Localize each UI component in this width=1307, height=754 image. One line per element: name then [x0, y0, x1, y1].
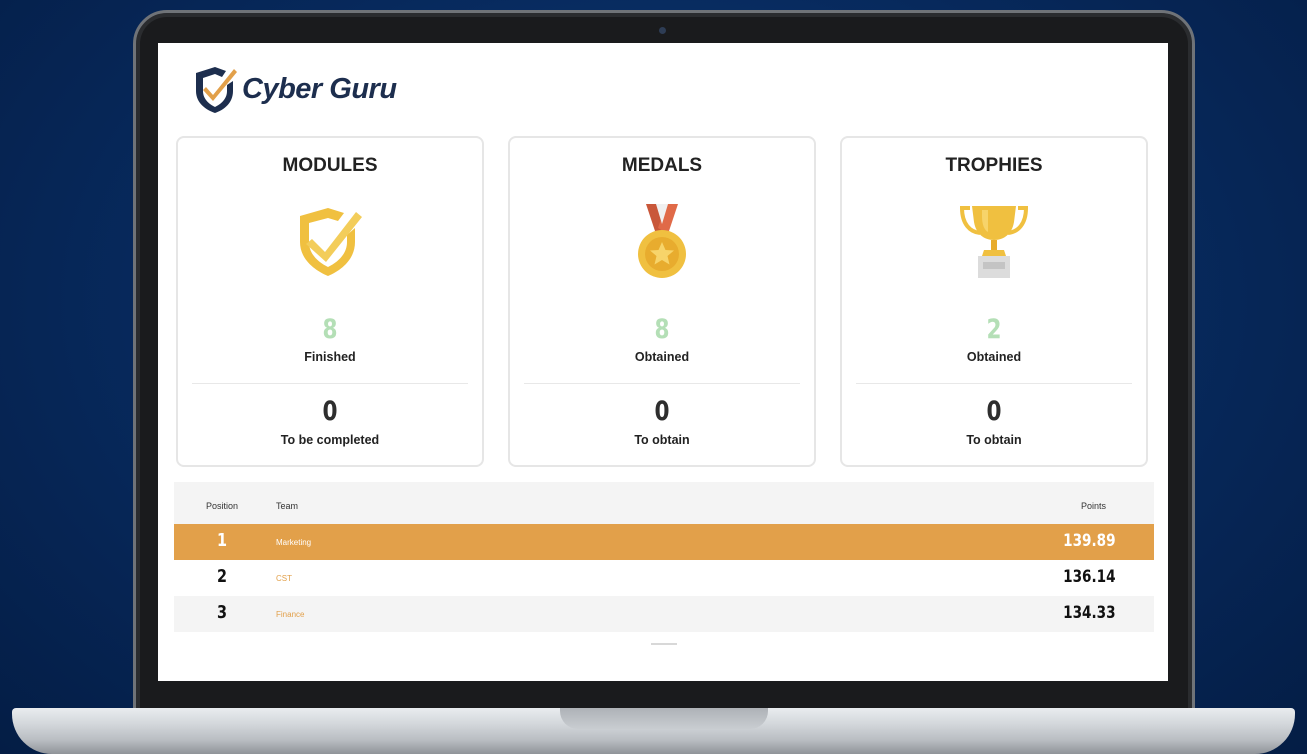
brand-logo[interactable]: Cyber Guru	[192, 63, 397, 115]
row-team: Marketing	[276, 538, 312, 547]
row-points: 134.33	[1063, 603, 1116, 623]
row-points: 136.14	[1063, 567, 1116, 587]
leaderboard-table: Position Team Points 1 Marketing 139.89 …	[174, 482, 1154, 632]
row-position: 2	[216, 566, 228, 587]
column-header-points[interactable]: Points	[1081, 501, 1106, 511]
card-divider	[524, 383, 800, 384]
row-team: CST	[276, 574, 292, 583]
row-team: Finance	[276, 610, 305, 619]
brand-name: Cyber Guru	[242, 72, 397, 105]
trophy-icon	[959, 206, 1029, 278]
column-header-team[interactable]: Team	[276, 501, 298, 511]
screen: Cyber Guru MODULES 8 Finished 0 To be co…	[158, 43, 1168, 681]
finished-count: 8	[322, 314, 338, 345]
row-position: 1	[216, 530, 228, 551]
card-title: TROPHIES	[945, 155, 1043, 176]
shield-check-logo-icon	[196, 67, 237, 113]
shield-check-icon	[300, 208, 362, 276]
trophies-to-obtain-label: To obtain	[966, 433, 1022, 447]
medals-obtained-label: Obtained	[634, 350, 690, 364]
row-position: 3	[216, 602, 228, 623]
to-be-completed-count: 0	[322, 396, 338, 427]
scroll-indicator[interactable]	[651, 643, 677, 645]
table-row[interactable]: 1 Marketing 139.89	[174, 524, 1154, 560]
medals-to-obtain-count: 0	[654, 396, 670, 427]
medals-card: MEDALS 8 Obtained 0 To obtain	[508, 136, 816, 467]
trophies-card: TROPHIES 2 Obtained 0 To obtain	[840, 136, 1148, 467]
finished-label: Finished	[304, 350, 356, 364]
to-be-completed-label: To be completed	[280, 433, 380, 447]
laptop-base-notch	[560, 708, 768, 729]
trophies-to-obtain-count: 0	[986, 396, 1002, 427]
modules-card: MODULES 8 Finished 0 To be completed	[176, 136, 484, 467]
card-divider	[192, 383, 468, 384]
trophies-obtained-label: Obtained	[966, 350, 1022, 364]
card-title: MODULES	[282, 155, 378, 176]
table-row[interactable]: 2 CST 136.14	[174, 560, 1154, 596]
card-title: MEDALS	[621, 155, 703, 176]
card-divider	[856, 383, 1132, 384]
trophies-obtained-count: 2	[986, 314, 1002, 345]
medals-to-obtain-label: To obtain	[634, 433, 690, 447]
medal-icon	[638, 204, 686, 278]
table-header: Position Team Points	[174, 482, 1154, 524]
row-points: 139.89	[1063, 531, 1116, 551]
table-row[interactable]: 3 Finance 134.33	[174, 596, 1154, 632]
column-header-position[interactable]: Position	[206, 501, 238, 511]
medals-obtained-count: 8	[654, 314, 670, 345]
webcam	[659, 27, 666, 34]
